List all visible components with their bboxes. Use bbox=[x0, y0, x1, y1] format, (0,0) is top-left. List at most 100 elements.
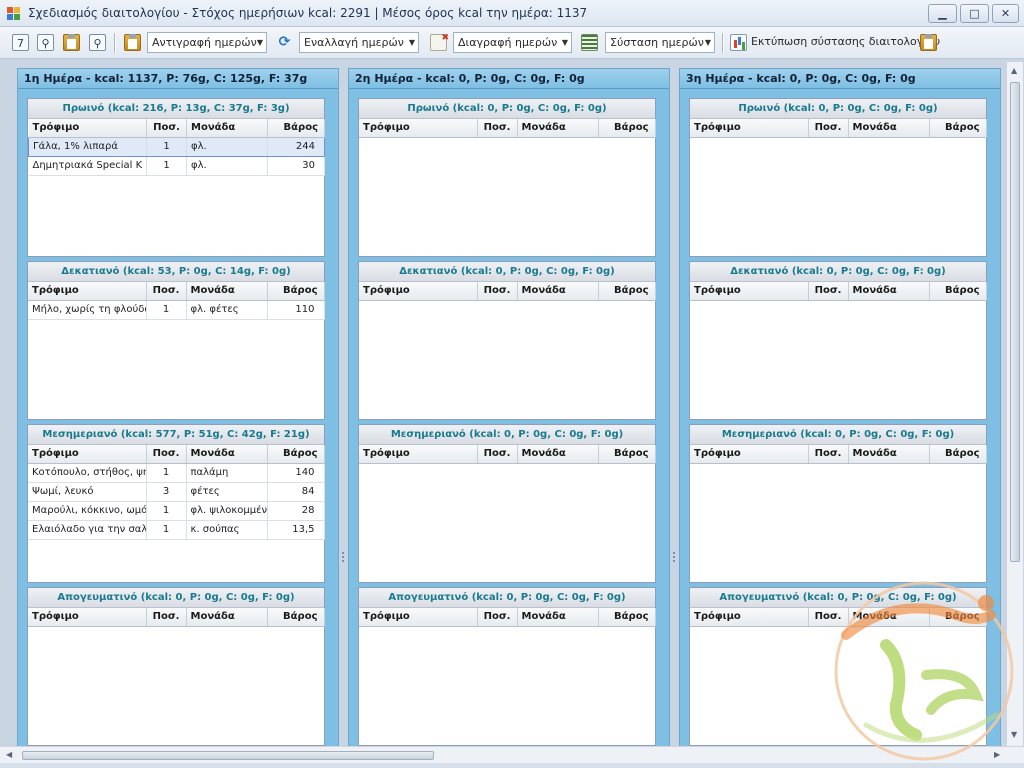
food-grid[interactable]: Τρόφιμο Ποσ. Μονάδα Βάρος bbox=[690, 445, 987, 464]
day-composition-dropdown[interactable]: Σύσταση ημερών ▼ bbox=[605, 32, 715, 53]
clipboard-icon[interactable] bbox=[920, 34, 937, 51]
food-grid[interactable]: Τρόφιμο Ποσ. Μονάδα Βάρος bbox=[690, 282, 987, 301]
cell-weight[interactable]: 28 bbox=[267, 501, 325, 521]
column-header-food[interactable]: Τρόφιμο bbox=[690, 282, 809, 301]
cell-food[interactable]: Μήλο, χωρίς τη φλούδα bbox=[28, 300, 147, 320]
column-header-weight[interactable]: Βάρος bbox=[267, 119, 325, 138]
food-grid[interactable]: Τρόφιμο Ποσ. Μονάδα Βάρος Γάλα, 1% λιπαρά 1 φλ… bbox=[28, 119, 325, 176]
column-header-food[interactable]: Τρόφιμο bbox=[359, 282, 478, 301]
close-button[interactable]: ✕ bbox=[992, 4, 1019, 23]
column-header-qty[interactable]: Ποσ. bbox=[146, 608, 187, 627]
column-header-unit[interactable]: Μονάδα bbox=[517, 445, 599, 464]
food-grid[interactable]: Τρόφιμο Ποσ. Μονάδα Βάρος bbox=[28, 608, 325, 627]
column-header-unit[interactable]: Μονάδα bbox=[186, 282, 268, 301]
column-header-qty[interactable]: Ποσ. bbox=[808, 445, 849, 464]
column-header-food[interactable]: Τρόφιμο bbox=[28, 445, 147, 464]
column-header-unit[interactable]: Μονάδα bbox=[186, 119, 268, 138]
column-header-qty[interactable]: Ποσ. bbox=[146, 445, 187, 464]
cell-food[interactable]: Κοτόπουλο, στήθος, ψητό bbox=[28, 463, 147, 483]
column-header-food[interactable]: Τρόφιμο bbox=[28, 119, 147, 138]
column-header-qty[interactable]: Ποσ. bbox=[146, 282, 187, 301]
scroll-left-icon[interactable]: ◀ bbox=[6, 750, 12, 759]
column-header-weight[interactable]: Βάρος bbox=[598, 282, 656, 301]
swap-days-dropdown[interactable]: Εναλλαγή ημερών ▼ bbox=[299, 32, 419, 53]
table-row[interactable]: Ψωμί, λευκό 3 φέτες 84 bbox=[28, 482, 325, 502]
cell-weight[interactable]: 110 bbox=[267, 300, 325, 320]
column-header-qty[interactable]: Ποσ. bbox=[477, 608, 518, 627]
column-header-weight[interactable]: Βάρος bbox=[267, 282, 325, 301]
column-header-unit[interactable]: Μονάδα bbox=[848, 445, 930, 464]
splitter-handle[interactable] bbox=[673, 552, 676, 564]
cell-qty[interactable]: 3 bbox=[146, 482, 187, 502]
horizontal-scroll-thumb[interactable] bbox=[22, 751, 434, 760]
column-header-qty[interactable]: Ποσ. bbox=[808, 282, 849, 301]
cell-unit[interactable]: παλάμη bbox=[186, 463, 268, 483]
table-row[interactable]: Κοτόπουλο, στήθος, ψητό1παλάμη140 bbox=[28, 463, 325, 483]
column-header-weight[interactable]: Βάρος bbox=[598, 119, 656, 138]
table-row[interactable]: Μήλο, χωρίς τη φλούδα 1 φλ. φέτες 110 bbox=[28, 300, 325, 320]
maximize-button[interactable]: □ bbox=[960, 4, 989, 23]
column-header-food[interactable]: Τρόφιμο bbox=[28, 282, 147, 301]
cell-weight[interactable]: 140 bbox=[267, 463, 325, 483]
food-grid[interactable]: Τρόφιμο Ποσ. Μονάδα Βάρος bbox=[690, 119, 987, 138]
column-header-unit[interactable]: Μονάδα bbox=[517, 608, 599, 627]
swap-icon[interactable]: ⟳ bbox=[276, 34, 293, 51]
column-header-food[interactable]: Τρόφιμο bbox=[690, 608, 809, 627]
scroll-up-icon[interactable]: ▲ bbox=[1011, 66, 1017, 75]
clipboard-icon[interactable] bbox=[63, 34, 80, 51]
table-row[interactable]: Γάλα, 1% λιπαρά 1 φλ. 244 bbox=[28, 136, 325, 157]
food-grid[interactable]: Τρόφιμο Ποσ. Μονάδα Βάρος bbox=[359, 445, 656, 464]
cell-weight[interactable]: 244 bbox=[267, 136, 325, 157]
column-header-food[interactable]: Τρόφιμο bbox=[28, 608, 147, 627]
food-grid[interactable]: Τρόφιμο Ποσ. Μονάδα Βάρος bbox=[359, 119, 656, 138]
column-header-weight[interactable]: Βάρος bbox=[267, 445, 325, 464]
cell-food[interactable]: Ελαιόλαδο για την σαλάτα bbox=[28, 520, 147, 540]
column-header-qty[interactable]: Ποσ. bbox=[477, 119, 518, 138]
column-header-unit[interactable]: Μονάδα bbox=[186, 608, 268, 627]
table-row[interactable]: Μαρούλι, κόκκινο, ωμό 1 φλ. ψιλοκομμένο 28 bbox=[28, 501, 325, 521]
food-grid[interactable]: Τρόφιμο Ποσ. Μονάδα Βάρος bbox=[359, 282, 656, 301]
column-header-unit[interactable]: Μονάδα bbox=[186, 445, 268, 464]
cell-qty[interactable]: 1 bbox=[146, 300, 187, 320]
column-header-weight[interactable]: Βάρος bbox=[929, 119, 987, 138]
cell-weight[interactable]: 30 bbox=[267, 156, 325, 176]
column-header-unit[interactable]: Μονάδα bbox=[848, 282, 930, 301]
food-grid[interactable]: Τρόφιμο Ποσ. Μονάδα Βάρος Κοτόπουλο, στήθος,… bbox=[28, 445, 325, 540]
cell-weight[interactable]: 13,5 bbox=[267, 520, 325, 540]
cell-qty[interactable]: 1 bbox=[146, 463, 187, 483]
column-header-unit[interactable]: Μονάδα bbox=[517, 282, 599, 301]
food-grid[interactable]: Τρόφιμο Ποσ. Μονάδα Βάρος bbox=[359, 608, 656, 627]
column-header-weight[interactable]: Βάρος bbox=[929, 445, 987, 464]
cell-qty[interactable]: 1 bbox=[146, 520, 187, 540]
cell-food[interactable]: Μαρούλι, κόκκινο, ωμό bbox=[28, 501, 147, 521]
column-header-food[interactable]: Τρόφιμο bbox=[359, 608, 478, 627]
vertical-scroll-thumb[interactable] bbox=[1010, 82, 1020, 562]
column-header-qty[interactable]: Ποσ. bbox=[477, 445, 518, 464]
column-header-qty[interactable]: Ποσ. bbox=[808, 119, 849, 138]
column-header-unit[interactable]: Μονάδα bbox=[848, 119, 930, 138]
cell-unit[interactable]: φλ. bbox=[186, 136, 268, 157]
splitter-handle[interactable] bbox=[342, 552, 345, 564]
cell-unit[interactable]: φέτες bbox=[186, 482, 268, 502]
search-icon[interactable]: ⚲ bbox=[37, 34, 54, 51]
delete-days-dropdown[interactable]: Διαγραφή ημερών ▼ bbox=[453, 32, 572, 53]
column-header-weight[interactable]: Βάρος bbox=[267, 608, 325, 627]
column-header-unit[interactable]: Μονάδα bbox=[517, 119, 599, 138]
minimize-button[interactable]: ▁ bbox=[928, 4, 957, 23]
table-row[interactable]: Δημητριακά Special K 1 φλ. 30 bbox=[28, 156, 325, 176]
column-header-weight[interactable]: Βάρος bbox=[929, 282, 987, 301]
list-icon[interactable] bbox=[581, 34, 598, 51]
column-header-weight[interactable]: Βάρος bbox=[598, 445, 656, 464]
column-header-food[interactable]: Τρόφιμο bbox=[359, 119, 478, 138]
copy-days-dropdown[interactable]: Αντιγραφή ημερών ▼ bbox=[147, 32, 267, 53]
cell-qty[interactable]: 1 bbox=[146, 501, 187, 521]
delete-icon[interactable] bbox=[430, 30, 449, 51]
column-header-qty[interactable]: Ποσ. bbox=[477, 282, 518, 301]
column-header-food[interactable]: Τρόφιμο bbox=[359, 445, 478, 464]
cell-unit[interactable]: φλ. bbox=[186, 156, 268, 176]
table-row[interactable]: Ελαιόλαδο για την σαλάτα1κ. σούπας13,5 bbox=[28, 520, 325, 540]
column-header-food[interactable]: Τρόφιμο bbox=[690, 119, 809, 138]
cell-unit[interactable]: φλ. ψιλοκομμένο bbox=[186, 501, 268, 521]
report-chart-icon[interactable] bbox=[730, 34, 747, 51]
cell-food[interactable]: Ψωμί, λευκό bbox=[28, 482, 147, 502]
